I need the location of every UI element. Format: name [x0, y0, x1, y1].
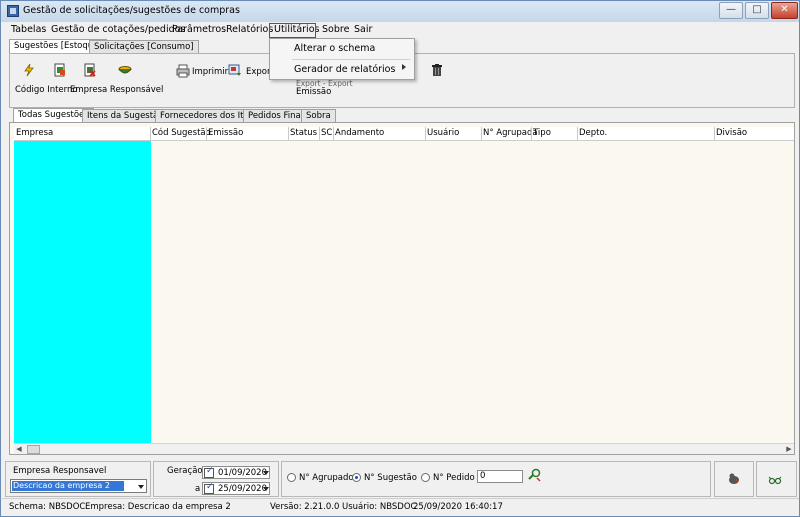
title-bar: Gestão de solicitações/sugestões de comp…	[1, 1, 799, 22]
grid-header: Empresa Cód Sugestão Emissão Status SC A…	[14, 127, 794, 141]
date-to-value: 25/09/2020	[218, 484, 267, 494]
col-tipo[interactable]: Tipo	[533, 128, 551, 138]
radio-n-agrupado[interactable]	[287, 473, 296, 482]
menu-item-gerador-relatorios[interactable]: Gerador de relatórios	[294, 64, 395, 75]
col-empresa[interactable]: Empresa	[16, 128, 53, 138]
status-schema: Schema: NBSDOC	[9, 502, 86, 512]
page-edit-icon[interactable]	[53, 63, 67, 77]
empresa-filter-label: Empresa Responsavel	[13, 466, 107, 476]
date-to-checkbox[interactable]	[204, 482, 214, 494]
menu-item-alterar-schema[interactable]: Alterar o schema	[294, 43, 375, 54]
status-datetime: 25/09/2020 16:40:17	[413, 502, 503, 512]
a-label: a	[195, 484, 201, 494]
radio-n-agrupado-label[interactable]: N° Agrupado	[299, 473, 354, 483]
menu-relatorios[interactable]: Relatórios	[226, 24, 273, 35]
status-usuario: Usuário: NBSDOC	[342, 502, 417, 512]
codigo-interno-label: Código Interno	[15, 85, 78, 95]
app-icon	[7, 5, 19, 17]
trash-icon[interactable]	[430, 63, 444, 77]
search-go-icon[interactable]	[527, 468, 541, 482]
scroll-left-arrow-icon[interactable]: ◀	[14, 445, 24, 454]
scrollbar-thumb[interactable]	[27, 445, 40, 454]
window-title: Gestão de solicitações/sugestões de comp…	[23, 5, 240, 16]
menu-sair[interactable]: Sair	[354, 24, 372, 35]
empresa-select-value: Descricao da empresa 2	[12, 481, 124, 491]
menu-gestao-cotacoes[interactable]: Gestão de cotações/pedidos	[51, 24, 185, 35]
empresa-select[interactable]: Descricao da empresa 2	[10, 479, 147, 493]
radio-n-sugestao[interactable]	[352, 473, 361, 482]
application-window: Gestão de solicitações/sugestões de comp…	[0, 0, 800, 517]
scroll-right-arrow-icon[interactable]: ▶	[784, 445, 794, 454]
glasses-icon[interactable]	[768, 472, 782, 486]
empresa-column-highlight[interactable]	[14, 141, 151, 443]
status-bar: Schema: NBSDOC Empresa: Descricao da emp…	[2, 498, 799, 516]
col-sc[interactable]: SC	[321, 128, 332, 138]
col-andamento[interactable]: Andamento	[335, 128, 384, 138]
menu-tabelas[interactable]: Tabelas	[11, 24, 46, 35]
status-empresa: Empresa: Descricao da empresa 2	[85, 502, 231, 512]
date-to-dropdown-icon[interactable]	[263, 487, 269, 491]
radio-n-pedido[interactable]	[421, 473, 430, 482]
lightning-icon[interactable]	[22, 63, 36, 77]
page-delete-icon[interactable]	[83, 63, 97, 77]
menu-bar: Tabelas Gestão de cotações/pedidos Parâm…	[2, 22, 799, 38]
number-input[interactable]: 0	[477, 470, 523, 483]
date-from-dropdown-icon[interactable]	[263, 471, 269, 475]
printer-icon[interactable]	[176, 64, 190, 78]
col-cod-sugestao[interactable]: Cód Sugestão	[152, 128, 211, 138]
submenu-arrow-icon	[402, 64, 406, 70]
close-button[interactable]: ✕	[771, 2, 798, 19]
print-label[interactable]: Imprimir	[192, 67, 228, 77]
col-depto[interactable]: Depto.	[579, 128, 607, 138]
grid-panel: Empresa Cód Sugestão Emissão Status SC A…	[9, 122, 795, 455]
status-versao: Versão: 2.21.0.0	[270, 502, 340, 512]
export-icon[interactable]	[228, 63, 242, 77]
radio-n-pedido-label[interactable]: N° Pedido	[433, 473, 475, 483]
radio-n-sugestao-label[interactable]: N° Sugestão	[364, 473, 417, 483]
col-n-agrupada[interactable]: N° Agrupada	[483, 128, 538, 138]
minimize-button[interactable]: —	[719, 2, 743, 19]
date-from-value: 01/09/2020	[218, 468, 267, 478]
maximize-button[interactable]: □	[745, 2, 769, 19]
empresa-responsavel-label: Empresa Responsável	[70, 85, 164, 95]
menu-separator	[292, 59, 410, 60]
menu-highlight-outline	[269, 23, 316, 38]
date-from-checkbox[interactable]	[204, 466, 214, 478]
horizontal-scrollbar[interactable]: ◀ ▶	[14, 443, 794, 454]
bowl-icon[interactable]	[118, 63, 132, 77]
menu-parametros[interactable]: Parâmetros	[172, 24, 226, 35]
emissao-label: Emissão	[296, 87, 332, 97]
utilitarios-dropdown-menu: Alterar o schema Gerador de relatórios	[269, 38, 415, 80]
col-divisao[interactable]: Divisão	[716, 128, 747, 138]
menu-sobre[interactable]: Sobre	[322, 24, 349, 35]
col-status[interactable]: Status	[290, 128, 317, 138]
dog-icon[interactable]	[727, 472, 741, 486]
col-emissao[interactable]: Emissão	[208, 128, 243, 138]
chevron-down-icon[interactable]	[138, 485, 144, 489]
geracao-label: Geração	[167, 466, 203, 476]
col-usuario[interactable]: Usuário	[427, 128, 459, 138]
